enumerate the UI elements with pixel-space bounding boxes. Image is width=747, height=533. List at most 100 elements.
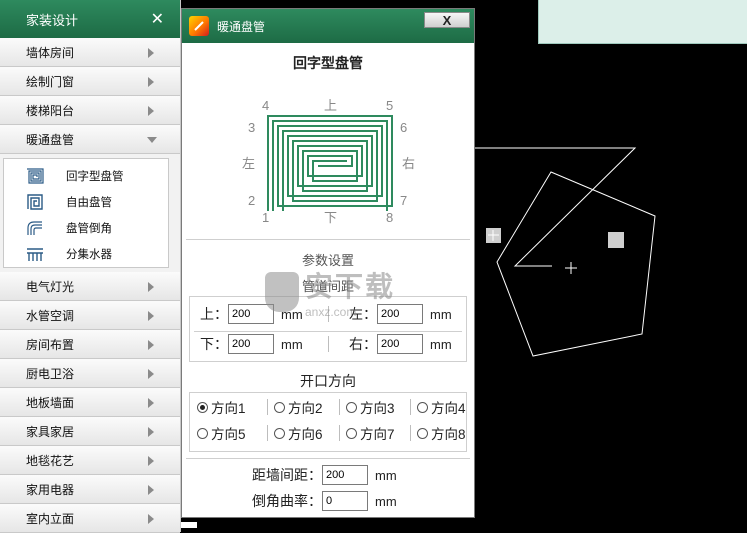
corner-label-3: 3 bbox=[248, 120, 255, 135]
radio-icon[interactable] bbox=[197, 427, 208, 439]
direction-label: 方向5 bbox=[211, 427, 246, 442]
fillet-radius-label: 倒角曲率： bbox=[252, 493, 322, 509]
chevron-right-icon bbox=[148, 48, 154, 58]
spacing-right-input[interactable] bbox=[377, 334, 423, 354]
corner-label-2: 2 bbox=[248, 193, 255, 208]
radio-icon[interactable] bbox=[346, 401, 357, 413]
chevron-right-icon bbox=[148, 369, 154, 379]
radio-icon[interactable] bbox=[417, 401, 428, 413]
sidebar-item-label: 地板墙面 bbox=[26, 395, 75, 410]
radio-icon[interactable] bbox=[274, 401, 285, 413]
submenu-item-manifold[interactable]: 分集水器 bbox=[4, 241, 168, 267]
submenu-item-coil-fillet[interactable]: 盘管倒角 bbox=[4, 215, 168, 241]
sidebar-item-label: 地毯花艺 bbox=[26, 453, 75, 468]
dialog-titlebar[interactable]: 暖通盘管 X bbox=[182, 9, 474, 43]
sidebar-item-doors-windows[interactable]: 绘制门窗 bbox=[0, 67, 180, 96]
corner-label-6: 6 bbox=[400, 120, 407, 135]
unit-label: mm bbox=[375, 467, 397, 483]
direction-label: 方向2 bbox=[288, 401, 323, 416]
sidebar-item-electrical[interactable]: 电气灯光 bbox=[0, 272, 180, 301]
direction-option-2[interactable]: 方向2 bbox=[274, 397, 339, 417]
chevron-right-icon bbox=[148, 282, 154, 292]
direction-option-7[interactable]: 方向7 bbox=[346, 423, 410, 443]
sidebar-item-kitchen-bath[interactable]: 厨电卫浴 bbox=[0, 359, 180, 388]
corner-label-5: 5 bbox=[386, 98, 393, 113]
sidebar-item-floor-wall[interactable]: 地板墙面 bbox=[0, 388, 180, 417]
wall-distance-input[interactable] bbox=[322, 465, 368, 485]
sidebar-item-label: 电气灯光 bbox=[26, 279, 75, 294]
corner-label-7: 7 bbox=[400, 193, 407, 208]
direction-option-3[interactable]: 方向3 bbox=[346, 397, 410, 417]
direction-label: 方向1 bbox=[211, 401, 246, 416]
design-sidebar: 家装设计 ✕ 墙体房间 绘制门窗 楼梯阳台 暖通盘管 回字型盘管 自由盘管 盘管… bbox=[0, 0, 181, 533]
chevron-right-icon bbox=[148, 485, 154, 495]
dialog-close-button[interactable]: X bbox=[424, 12, 470, 28]
submenu-item-label: 分集水器 bbox=[66, 249, 112, 261]
radio-icon[interactable] bbox=[346, 427, 357, 439]
dialog-body: 回字型盘管 4 上 5 3 6 左 右 2 7 1 下 8 参数设置 管道间距 bbox=[182, 43, 474, 519]
field-separator bbox=[328, 306, 329, 322]
direction-option-5[interactable]: 方向5 bbox=[197, 423, 267, 443]
divider bbox=[186, 458, 470, 459]
radio-icon[interactable] bbox=[417, 427, 428, 439]
direction-label: 方向8 bbox=[431, 427, 466, 442]
square-coil-diagram: 4 上 5 3 6 左 右 2 7 1 下 8 bbox=[242, 98, 415, 225]
submenu-item-label: 回字型盘管 bbox=[66, 171, 124, 183]
spacing-top-input[interactable] bbox=[228, 304, 274, 324]
radio-icon[interactable] bbox=[274, 427, 285, 439]
sidebar-item-label: 家具家居 bbox=[26, 424, 75, 439]
option-separator bbox=[339, 399, 340, 415]
corner-label-4: 4 bbox=[262, 98, 269, 113]
sidebar-item-label: 楼梯阳台 bbox=[26, 103, 75, 118]
radio-selected-icon[interactable] bbox=[197, 401, 208, 413]
cad-room-polygon[interactable] bbox=[496, 171, 656, 357]
heating-coil-submenu: 回字型盘管 自由盘管 盘管倒角 分集水器 bbox=[3, 158, 169, 268]
cad-canvas[interactable] bbox=[475, 44, 747, 532]
fillet-radius-row: 倒角曲率： mm bbox=[252, 491, 397, 511]
sidebar-item-carpet-flowers[interactable]: 地毯花艺 bbox=[0, 446, 180, 475]
spacing-bottom-label: 下： bbox=[200, 336, 228, 352]
spacing-left-label: 左： bbox=[349, 306, 377, 322]
sidebar-item-plumbing-ac[interactable]: 水管空调 bbox=[0, 301, 180, 330]
sidebar-close-icon[interactable]: ✕ bbox=[151, 9, 164, 29]
unit-label: mm bbox=[281, 306, 303, 322]
wall-distance-row: 距墙间距： mm bbox=[252, 465, 397, 485]
cad-grip-handle[interactable] bbox=[608, 232, 624, 248]
chevron-right-icon bbox=[148, 311, 154, 321]
submenu-item-label: 自由盘管 bbox=[66, 197, 112, 209]
chevron-right-icon bbox=[148, 398, 154, 408]
sidebar-item-furniture[interactable]: 家具家居 bbox=[0, 417, 180, 446]
direction-label: 方向4 bbox=[431, 401, 466, 416]
chevron-right-icon bbox=[148, 456, 154, 466]
wall-distance-label: 距墙间距： bbox=[252, 467, 322, 483]
direction-row-1: 方向1 方向2 方向3 方向4 bbox=[197, 397, 487, 417]
sidebar-item-label: 房间布置 bbox=[26, 337, 75, 352]
spacing-bottom-input[interactable] bbox=[228, 334, 274, 354]
sidebar-item-elevation[interactable]: 室内立面 bbox=[0, 504, 180, 533]
submenu-item-square-coil[interactable]: 回字型盘管 bbox=[4, 163, 168, 189]
chevron-right-icon bbox=[148, 77, 154, 87]
manifold-icon bbox=[24, 245, 46, 263]
sidebar-item-stairs[interactable]: 楼梯阳台 bbox=[0, 96, 180, 125]
option-separator bbox=[267, 399, 268, 415]
spacing-left-row: 左： mm bbox=[349, 304, 452, 324]
divider bbox=[186, 239, 470, 240]
unit-label: mm bbox=[430, 306, 452, 322]
submenu-item-free-coil[interactable]: 自由盘管 bbox=[4, 189, 168, 215]
sidebar-item-label: 暖通盘管 bbox=[26, 132, 75, 147]
sidebar-item-label: 厨电卫浴 bbox=[26, 366, 75, 381]
direction-option-6[interactable]: 方向6 bbox=[274, 423, 339, 443]
fillet-radius-input[interactable] bbox=[322, 491, 368, 511]
sidebar-item-appliances[interactable]: 家用电器 bbox=[0, 475, 180, 504]
spacing-right-label: 右： bbox=[349, 336, 377, 352]
sidebar-item-heating-coil[interactable]: 暖通盘管 bbox=[0, 125, 180, 154]
side-label-right: 右 bbox=[402, 156, 415, 171]
direction-option-4[interactable]: 方向4 bbox=[417, 397, 487, 417]
sidebar-item-walls[interactable]: 墙体房间 bbox=[0, 38, 180, 67]
direction-option-1[interactable]: 方向1 bbox=[197, 397, 267, 417]
spacing-left-input[interactable] bbox=[377, 304, 423, 324]
spacing-top-label: 上： bbox=[200, 306, 228, 322]
direction-option-8[interactable]: 方向8 bbox=[417, 423, 487, 443]
cad-diagonal-line[interactable] bbox=[475, 147, 637, 267]
sidebar-item-room-layout[interactable]: 房间布置 bbox=[0, 330, 180, 359]
